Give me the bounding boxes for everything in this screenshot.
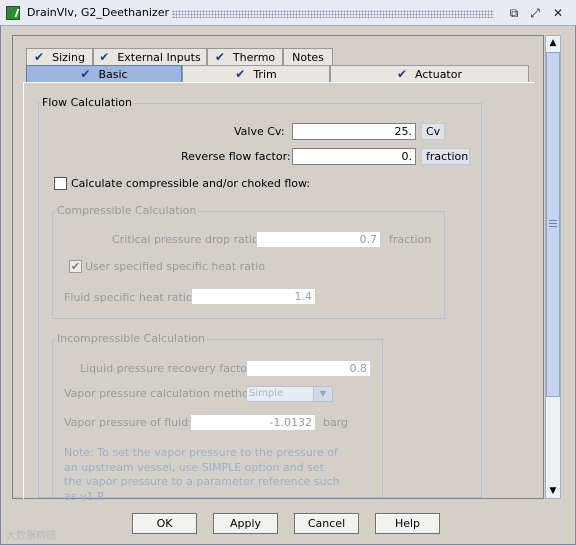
- tab-notes[interactable]: Notes: [283, 48, 333, 65]
- tab-actuator[interactable]: ✔ Actuator: [330, 65, 529, 82]
- tab-basic[interactable]: ✔ Basic: [26, 65, 182, 82]
- vapor-pressure-note: Note: To set the vapor pressure to the p…: [64, 446, 340, 503]
- tab-external-inputs[interactable]: ✔ External Inputs: [93, 48, 207, 65]
- title-bar[interactable]: DrainVlv, G2_Deethanizer ⧉ ⤢ ✕: [0, 0, 576, 26]
- maximize-icon[interactable]: ⤢: [528, 6, 542, 20]
- tab-sizing[interactable]: ✔ Sizing: [26, 48, 93, 65]
- fluid-heat-ratio-input[interactable]: 1.4: [191, 288, 316, 305]
- cancel-button[interactable]: Cancel: [294, 513, 359, 534]
- tab-label: Thermo: [232, 50, 276, 64]
- check-icon: ✔: [34, 50, 45, 64]
- scroll-down-icon[interactable]: ▼: [545, 483, 561, 499]
- fluid-heat-ratio-label: Fluid specific heat ratio:: [64, 291, 197, 304]
- tab-thermo[interactable]: ✔ Thermo: [207, 48, 283, 65]
- check-icon: ✔: [214, 50, 225, 64]
- ok-button[interactable]: OK: [132, 513, 197, 534]
- apply-button[interactable]: Apply: [213, 513, 278, 534]
- tab-trim[interactable]: ✔ Trim: [182, 65, 330, 82]
- vapor-pressure-label: Vapor pressure of fluid:: [64, 416, 192, 429]
- choked-flow-checkbox[interactable]: [54, 177, 67, 190]
- scroll-grip-icon: [549, 220, 557, 229]
- user-heat-ratio-checkbox[interactable]: ✔: [69, 260, 82, 273]
- scroll-up-icon[interactable]: ▲: [545, 35, 561, 51]
- check-icon: ✔: [99, 50, 110, 64]
- reverse-flow-label: Reverse flow factor:: [181, 150, 291, 163]
- tab-label: External Inputs: [117, 50, 201, 64]
- valve-cv-unit[interactable]: Cv: [421, 123, 445, 140]
- user-heat-ratio-label: User specified specific heat ratio: [85, 260, 266, 273]
- critical-ratio-input[interactable]: 0.7: [256, 231, 381, 248]
- check-icon: ✔: [396, 67, 408, 81]
- reverse-flow-input[interactable]: 0.: [292, 148, 416, 165]
- tab-label: Sizing: [52, 50, 85, 64]
- vapor-pressure-unit: barg: [323, 416, 349, 429]
- check-icon: ✔: [235, 67, 246, 81]
- restore-icon[interactable]: ⧉: [507, 6, 521, 20]
- recovery-factor-label: Liquid pressure recovery factor:: [80, 362, 256, 375]
- incompressible-title: Incompressible Calculation: [55, 332, 207, 345]
- tab-label: Trim: [253, 67, 277, 81]
- tab-label: Basic: [98, 67, 128, 81]
- reverse-flow-unit[interactable]: fraction: [421, 148, 470, 165]
- flow-calculation-title: Flow Calculation: [40, 96, 134, 109]
- help-button[interactable]: Help: [375, 513, 440, 534]
- chevron-down-icon: ▼: [313, 387, 332, 401]
- app-icon: [6, 6, 20, 20]
- critical-ratio-unit: fraction: [389, 233, 432, 246]
- check-icon: ✔: [80, 67, 91, 81]
- choked-flow-label: Calculate compressible and/or choked flo…: [71, 177, 311, 190]
- watermark: 大数据精研: [6, 531, 56, 542]
- close-icon[interactable]: ✕: [551, 6, 565, 20]
- vapor-method-value: Simple: [249, 388, 284, 399]
- compressible-title: Compressible Calculation: [55, 204, 199, 217]
- vapor-pressure-input[interactable]: -1.0132: [190, 414, 316, 431]
- window-title: DrainVlv, G2_Deethanizer: [27, 6, 169, 19]
- vapor-method-select[interactable]: Simple ▼: [246, 386, 333, 402]
- title-drag-grip[interactable]: [172, 10, 494, 18]
- valve-cv-label: Valve Cv:: [234, 125, 285, 138]
- valve-cv-input[interactable]: 25.: [292, 123, 416, 140]
- critical-ratio-label: Critical pressure drop ratio:: [112, 233, 263, 246]
- recovery-factor-input[interactable]: 0.8: [246, 360, 371, 377]
- vapor-method-label: Vapor pressure calculation method:: [64, 387, 260, 400]
- tab-label: Notes: [292, 50, 324, 64]
- tab-label: Actuator: [415, 67, 463, 81]
